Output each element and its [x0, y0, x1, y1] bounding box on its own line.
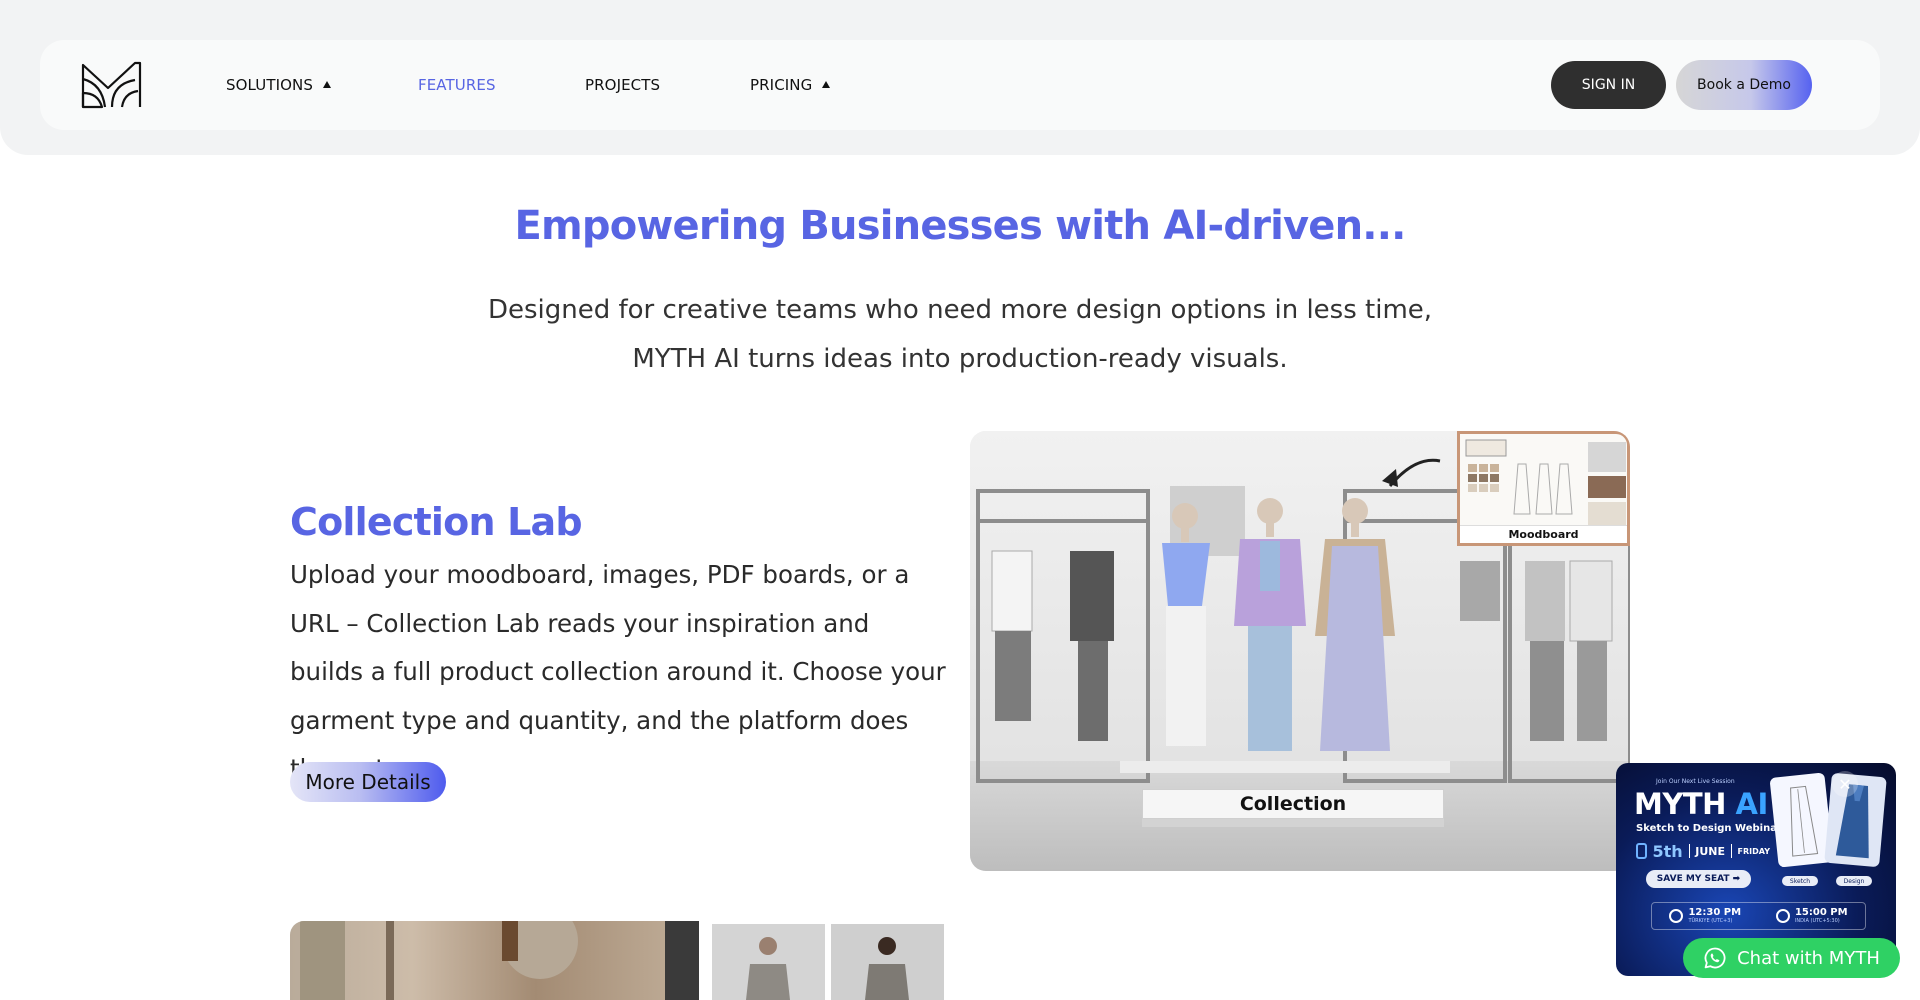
- model-photo: [712, 924, 825, 1000]
- moodboard-card: Moodboard: [1457, 431, 1630, 546]
- close-icon[interactable]: ✕: [1832, 771, 1858, 797]
- divider: [1730, 844, 1732, 858]
- time-value: 12:30 PM: [1688, 906, 1742, 918]
- nav-pricing-label: PRICING: [750, 76, 813, 94]
- save-my-seat-button[interactable]: SAVE MY SEAT ➡: [1646, 870, 1751, 888]
- moodboard-collage: [1465, 439, 1626, 526]
- book-demo-button[interactable]: Book a Demo: [1676, 60, 1812, 110]
- collection-lab-title: Collection Lab: [290, 500, 583, 544]
- popup-weekday: FRIDAY: [1737, 846, 1770, 856]
- hero-subtitle-line2: MYTH AI turns ideas into production-read…: [632, 344, 1288, 374]
- sketch-label: Sketch: [1782, 876, 1818, 886]
- collection-lab-description: Upload your moodboard, images, PDF board…: [290, 560, 946, 783]
- myth-logo-icon[interactable]: [80, 60, 144, 110]
- hero-subtitle: Designed for creative teams who need mor…: [0, 286, 1920, 384]
- caret-up-icon: [822, 80, 831, 88]
- header-band: SOLUTIONS FEATURES PROJECTS PRICING SIGN…: [0, 0, 1920, 155]
- popup-day: 5th: [1652, 841, 1683, 861]
- hero-title: Empowering Businesses with AI-driven...: [514, 203, 1406, 249]
- collection-label: Collection: [1142, 789, 1444, 819]
- time-slot: 15:00 PM INDIA (UTC+5:30): [1775, 906, 1848, 925]
- chat-label: Chat with MYTH: [1737, 947, 1880, 969]
- more-details-button[interactable]: More Details: [290, 762, 446, 802]
- clock-icon: [1669, 909, 1684, 923]
- time-zone: TÜRKIYE (UTC+3): [1688, 917, 1733, 924]
- nav-solutions-label: SOLUTIONS: [226, 76, 313, 94]
- collection-platform: [1142, 819, 1444, 827]
- divider: [1688, 844, 1690, 858]
- time-zone: INDIA (UTC+5:30): [1794, 917, 1840, 924]
- whatsapp-icon: [1704, 947, 1726, 969]
- moodboard-label: Moodboard: [1460, 525, 1627, 543]
- model-photo: [831, 924, 944, 1000]
- nav-features-label: FEATURES: [418, 76, 496, 94]
- sign-in-button[interactable]: SIGN IN: [1551, 61, 1666, 109]
- studio-photo: [290, 921, 699, 1000]
- design-label: Design: [1836, 876, 1872, 886]
- time-slot: 12:30 PM TÜRKIYE (UTC+3): [1669, 906, 1742, 925]
- nav-pricing[interactable]: PRICING: [750, 40, 831, 130]
- chat-with-myth-button[interactable]: Chat with MYTH: [1683, 938, 1900, 978]
- popup-title-accent: AI: [1735, 787, 1769, 821]
- hero-subtitle-line1: Designed for creative teams who need mor…: [487, 295, 1433, 325]
- time-value: 15:00 PM: [1794, 906, 1848, 918]
- popup-title: MYTH AI: [1634, 787, 1768, 821]
- popup-kicker: Join Our Next Live Session: [1656, 778, 1735, 785]
- collection-lab-image: Collection Moodboard: [970, 431, 1630, 871]
- popup-times: 12:30 PM TÜRKIYE (UTC+3) 15:00 PM INDIA …: [1651, 902, 1866, 930]
- next-section-images: [290, 921, 950, 1000]
- navbar: SOLUTIONS FEATURES PROJECTS PRICING SIGN…: [40, 40, 1880, 130]
- calendar-icon: [1636, 843, 1647, 859]
- nav-features[interactable]: FEATURES: [418, 40, 496, 130]
- nav-solutions[interactable]: SOLUTIONS: [226, 40, 331, 130]
- popup-date: 5th JUNE FRIDAY: [1636, 840, 1770, 862]
- nav-projects[interactable]: PROJECTS: [585, 40, 660, 130]
- caret-up-icon: [322, 80, 331, 88]
- popup-subtitle: Sketch to Design Webinar: [1636, 823, 1782, 834]
- page: SOLUTIONS FEATURES PROJECTS PRICING SIGN…: [0, 0, 1920, 1000]
- clock-icon: [1775, 909, 1790, 923]
- nav-projects-label: PROJECTS: [585, 76, 661, 94]
- popup-month: JUNE: [1695, 844, 1725, 858]
- popup-title-main: MYTH: [1634, 787, 1726, 821]
